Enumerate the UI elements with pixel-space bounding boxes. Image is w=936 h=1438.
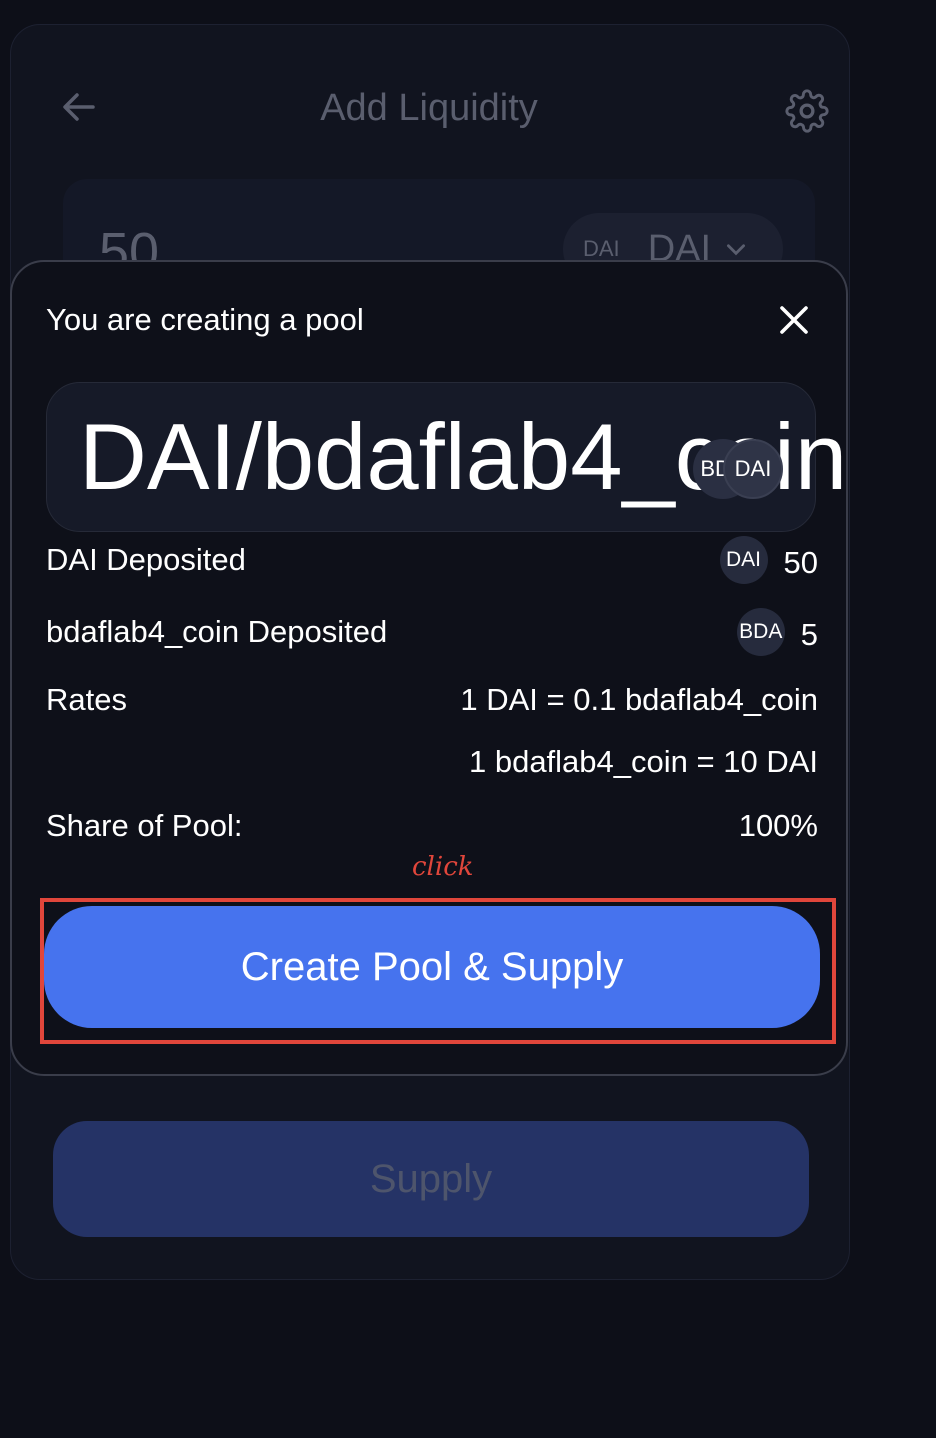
page-title: Add Liquidity [320,87,538,129]
share-of-pool-label: Share of Pool: [46,808,243,843]
chevron-down-icon [727,244,746,256]
coin-deposited-label: bdaflab4_coin Deposited [46,614,388,649]
dai-token-logo: DAI [719,536,768,584]
dai-token-logo: DAI [723,439,783,499]
coin-deposited-value: 5 [800,617,818,652]
pool-pair-box: DAI/bdaflab4_coin BDA DAI [46,382,847,532]
coin-deposited-row: bdaflab4_coin Deposited BDA 5 [46,608,818,664]
dai-deposited-value: 50 [783,545,818,580]
bda-token-logo: BDA [736,608,785,656]
dai-deposited-row: DAI Deposited DAI 50 [46,536,818,592]
close-icon[interactable] [772,298,816,342]
create-pool-modal: You are creating a pool DAI/bdaflab4_coi… [10,260,848,1076]
pair-logos: BDA DAI [693,439,813,503]
modal-title: You are creating a pool [46,302,364,337]
token-logo: DAI [583,236,620,261]
click-annotation: click [412,852,474,882]
dai-deposited-label: DAI Deposited [46,542,246,577]
rate-coin-to-dai: 1 bdaflab4_coin = 10 DAI [468,744,818,779]
rates-row: Rates 1 DAI = 0.1 bdaflab4_coin [46,682,818,732]
supply-button[interactable]: Supply [53,1121,809,1237]
gear-icon[interactable] [785,89,829,133]
share-of-pool-value: 100% [738,808,818,843]
rates-row-2: 1 bdaflab4_coin = 10 DAI [46,744,818,794]
create-pool-supply-button[interactable]: Create Pool & Supply [44,906,820,1028]
rate-dai-to-coin: 1 DAI = 0.1 bdaflab4_coin [460,682,818,717]
rates-label: Rates [46,682,127,717]
share-of-pool-row: Share of Pool: 100% [46,808,818,858]
